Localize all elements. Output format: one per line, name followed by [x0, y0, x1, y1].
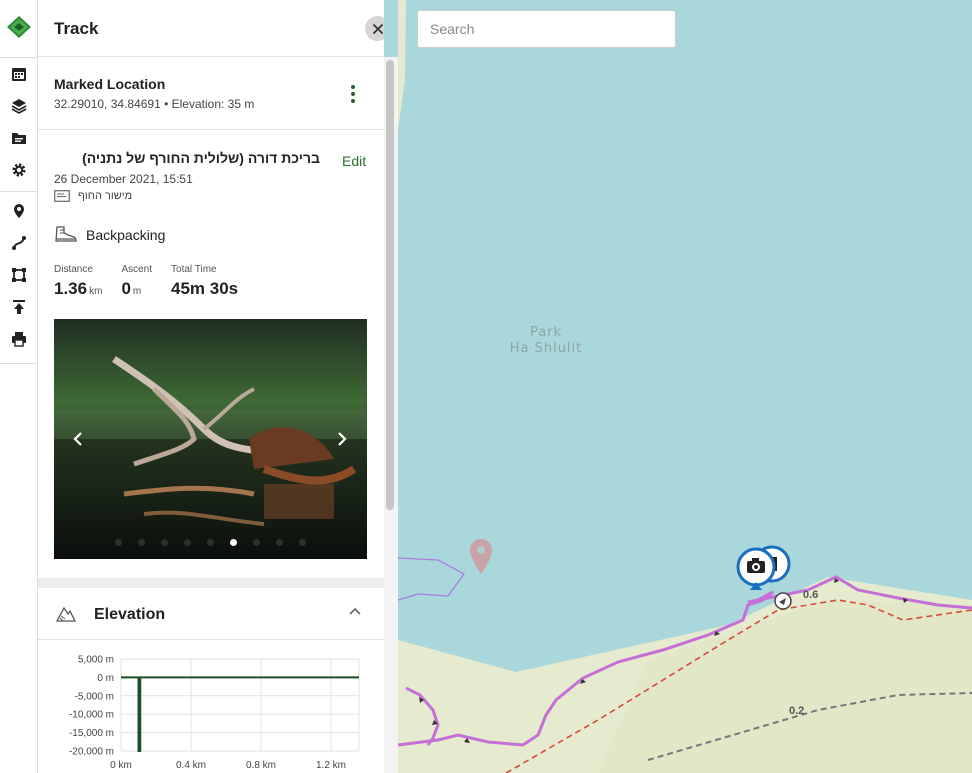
pagination-dot[interactable]: [115, 539, 122, 546]
next-photo-button[interactable]: [332, 427, 352, 451]
rail-divider: [0, 57, 38, 58]
track-note-row: מישור החוף: [54, 190, 132, 202]
chevron-up-icon[interactable]: [349, 607, 361, 615]
folder-icon[interactable]: [9, 128, 29, 148]
panel-scrollbar[interactable]: [386, 60, 394, 510]
chevron-left-icon: [73, 432, 82, 446]
pagination-dot[interactable]: [253, 539, 260, 546]
layers-icon[interactable]: [9, 96, 29, 116]
pagination-dot[interactable]: [207, 539, 214, 546]
chevron-right-icon: [338, 432, 347, 446]
x-tick-label: 0.4 km: [176, 760, 206, 771]
elevation-chart: 5,000 m 0 m -5,000 m -10,000 m -15,000 m -20,…: [69, 655, 360, 771]
track-photo: [54, 319, 367, 559]
rail-divider: [0, 363, 38, 364]
marked-location-title: Marked Location: [54, 76, 166, 92]
route-icon[interactable]: [9, 233, 29, 253]
x-tick-label: 1.2 km: [316, 760, 346, 771]
tool-rail: [0, 0, 38, 773]
marked-location: Marked Location 32.29010, 34.84691 • Ele…: [38, 57, 384, 130]
stat-value: 1.36: [54, 279, 88, 298]
close-button[interactable]: [365, 16, 384, 41]
km-marker-label: 0.6: [803, 589, 819, 601]
pagination-dot[interactable]: [299, 539, 306, 546]
km-marker-label: 0.2: [789, 705, 805, 717]
section-gap: [38, 578, 384, 588]
pagination-dot[interactable]: [230, 539, 237, 546]
close-icon: [372, 23, 383, 34]
stat-ascent: Ascent 0m: [121, 264, 152, 299]
note-icon: [54, 190, 70, 202]
x-tick-label: 0 km: [110, 760, 132, 771]
app-root: Track Marked Location 32.29010, 34.84691…: [0, 0, 972, 773]
pagination-dot[interactable]: [138, 539, 145, 546]
mountain-icon: [56, 606, 76, 622]
y-tick-label: -15,000 m: [69, 728, 114, 739]
track-stats: Distance 1.36 km Ascent 0m Total Time 45m…: [54, 264, 257, 299]
y-tick-label: -5,000 m: [75, 691, 114, 702]
panel-title: Track: [54, 19, 99, 38]
edit-button[interactable]: Edit: [342, 153, 366, 169]
map-canvas[interactable]: [398, 0, 972, 773]
photo-carousel[interactable]: [54, 319, 367, 559]
track-note: מישור החוף: [78, 190, 133, 202]
track-date: 26 December 2021, 15:51: [54, 172, 193, 186]
y-tick-label: 5,000 m: [78, 655, 114, 666]
map-place-label: Park Ha Shlulit: [509, 325, 583, 356]
activity-label: Backpacking: [86, 226, 166, 243]
calendar-icon[interactable]: [9, 64, 29, 84]
gear-icon[interactable]: [9, 160, 29, 180]
activity-row: Backpacking: [54, 226, 165, 243]
stat-total-time: Total Time 45m 30s: [171, 264, 238, 299]
pagination-dot[interactable]: [161, 539, 168, 546]
stat-value: 45m 30s: [171, 279, 239, 298]
search-input[interactable]: [417, 10, 676, 48]
app-logo-icon[interactable]: [6, 14, 32, 40]
y-tick-label: -20,000 m: [69, 747, 114, 758]
stat-unit: m: [132, 286, 142, 297]
track-details: בריכת דורה (שלולית החורף של נתניה) Edit …: [38, 130, 384, 578]
stat-label: Distance: [54, 264, 93, 275]
photo-pagination-dots: [54, 539, 367, 546]
y-tick-label: 0 m: [97, 673, 114, 684]
pagination-dot[interactable]: [276, 539, 283, 546]
y-tick-label: -10,000 m: [69, 710, 114, 721]
stat-distance: Distance 1.36 km: [54, 264, 102, 299]
upload-icon[interactable]: [9, 297, 29, 317]
x-tick-label: 0.8 km: [246, 760, 276, 771]
elevation-section-header[interactable]: Elevation: [38, 588, 384, 640]
rail-divider: [0, 191, 38, 192]
marked-location-coords: 32.29010, 34.84691 • Elevation: 35 m: [54, 97, 255, 111]
pagination-dot[interactable]: [184, 539, 191, 546]
more-options-button[interactable]: [345, 85, 361, 103]
area-polygon-icon[interactable]: [9, 265, 29, 285]
previous-photo-button[interactable]: [68, 427, 88, 451]
elevation-title: Elevation: [94, 606, 166, 623]
print-icon[interactable]: [9, 329, 29, 349]
hiking-boot-icon: [55, 226, 77, 242]
stat-unit: km: [89, 286, 103, 297]
stat-value: 0: [121, 279, 131, 298]
map-pin-icon[interactable]: [9, 201, 29, 221]
stat-label: Ascent: [121, 264, 153, 275]
panel-header: Track: [38, 0, 384, 57]
stat-label: Total Time: [171, 264, 217, 275]
track-name: בריכת דורה (שלולית החורף של נתניה): [82, 150, 320, 166]
